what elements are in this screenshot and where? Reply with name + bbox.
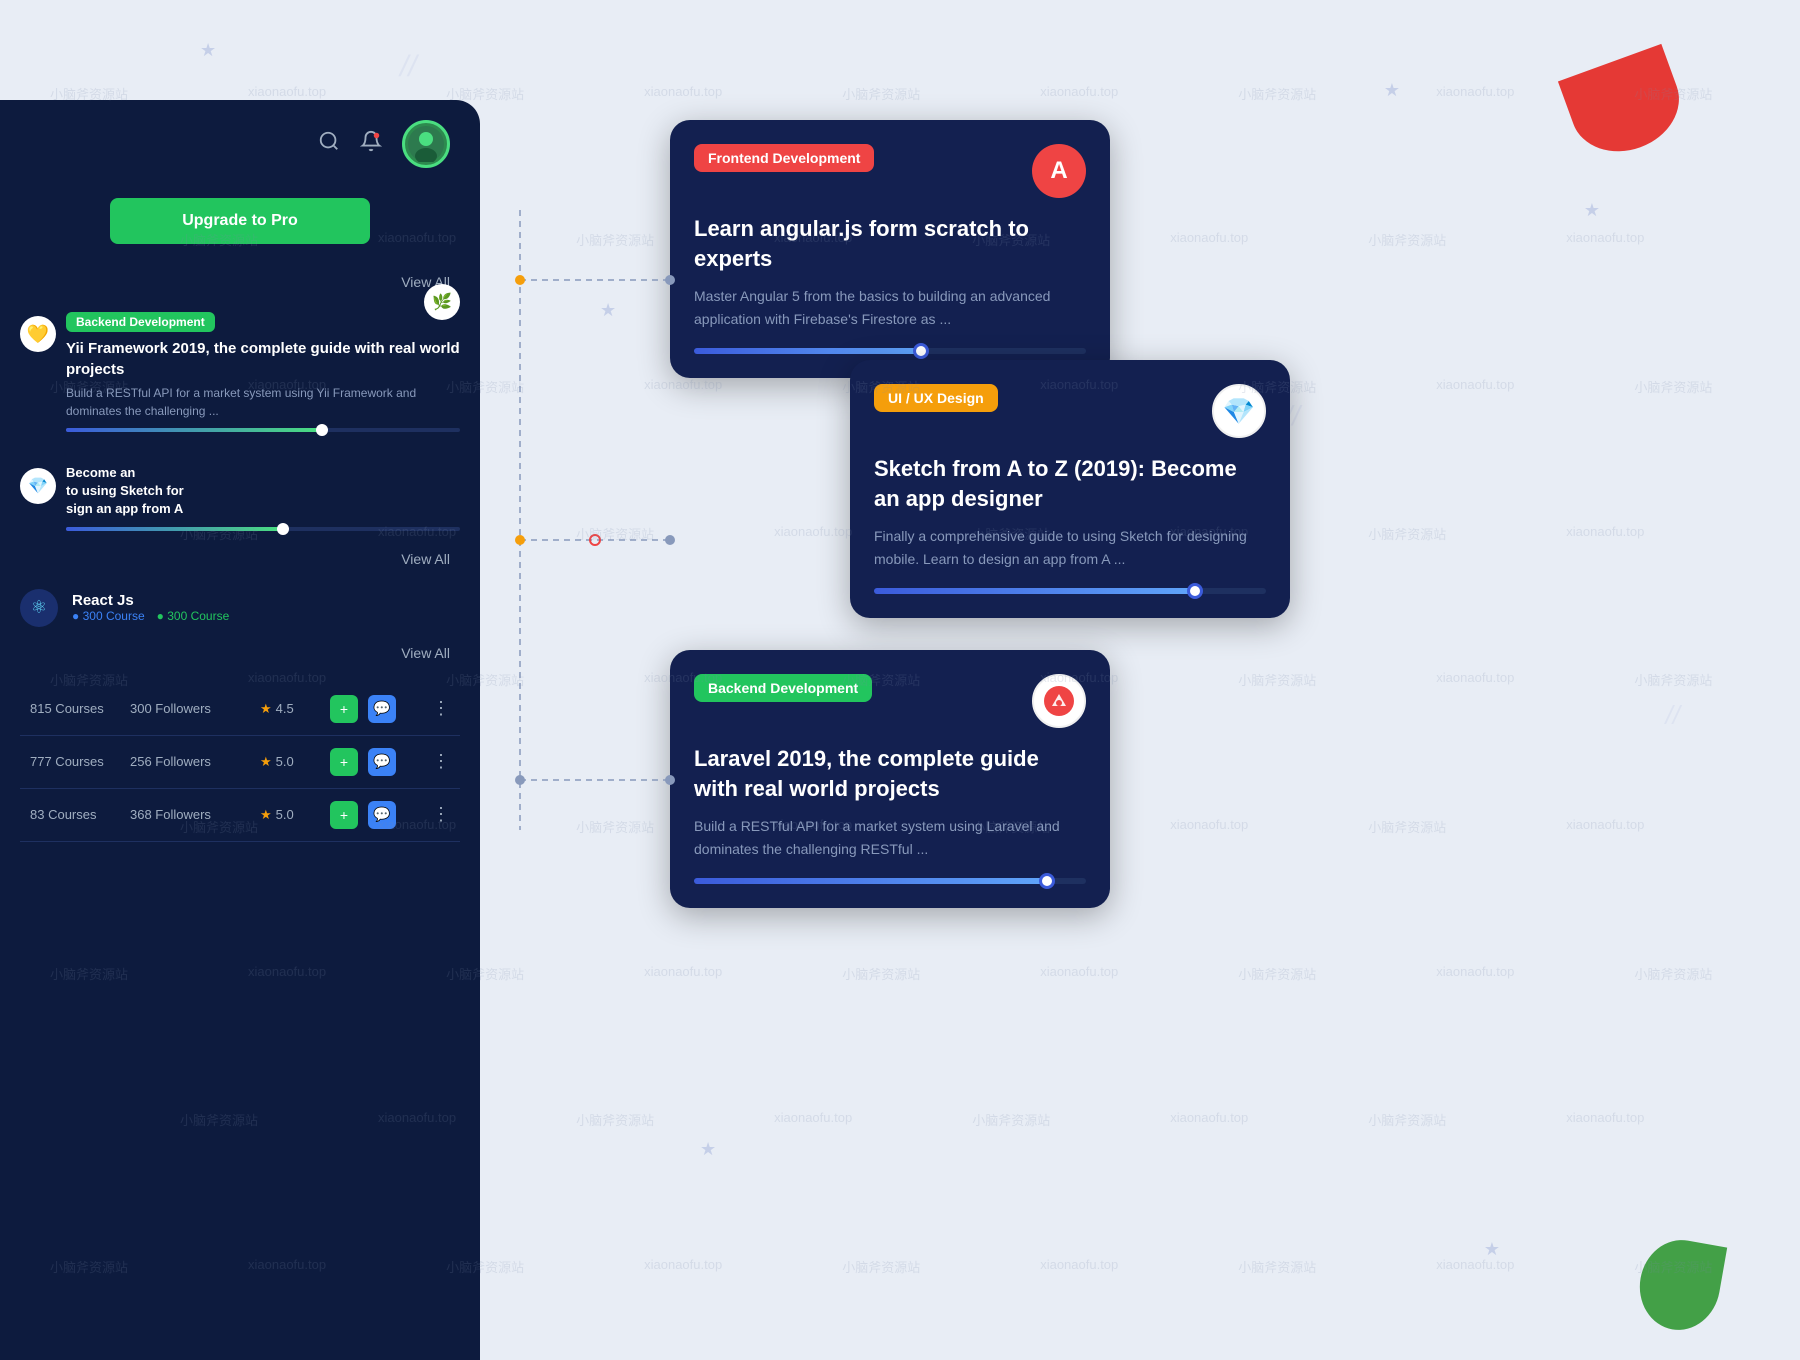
left-panel: Upgrade to Pro View All 💛 Backend Develo… [0, 100, 480, 1360]
react-course-dot: ● 300 Course [72, 609, 145, 623]
add-button-2[interactable]: + [330, 748, 358, 776]
star-icon-2: ★ [260, 754, 272, 770]
card-backend: Backend Development Laravel 2019, the co… [670, 650, 1110, 908]
left-sketch-card: 💎 Become an to using Sketch for sign an … [0, 452, 480, 543]
left-course-desc: Build a RESTful API for a market system … [66, 384, 460, 420]
react-name: React Js [72, 592, 229, 609]
course-icon-right-2: 🌿 [424, 284, 460, 320]
frontend-card-desc: Master Angular 5 from the basics to buil… [694, 285, 1086, 330]
table-row-2: 777 Courses 256 Followers ★ 5.0 + 💬 ⋮ [20, 736, 460, 789]
star-icon-3: ★ [260, 807, 272, 823]
more-dots-2[interactable]: ⋮ [432, 751, 450, 772]
row2-courses: 777 Courses [30, 754, 120, 769]
chat-button-3[interactable]: 💬 [368, 801, 396, 829]
row3-courses: 83 Courses [30, 807, 120, 822]
row3-rating: ★ 5.0 [260, 807, 320, 823]
backend-badge: Backend Development [694, 674, 872, 702]
upgrade-to-pro-button[interactable]: Upgrade to Pro [110, 198, 370, 244]
view-all-2[interactable]: View All [0, 543, 480, 579]
react-follower-dot: ● 300 Course [157, 609, 230, 623]
sketch-icon-circle: 💎 [1212, 384, 1266, 438]
react-icon: ⚛ [20, 589, 58, 627]
sketch-icon-left: 💎 [20, 468, 56, 504]
left-course-card: 💛 Backend Development 🌿 Yii Framework 20… [0, 300, 480, 444]
ux-card-title: Sketch from A to Z (2019): Become an app… [874, 454, 1266, 513]
card-ux: UI / UX Design 💎 Sketch from A to Z (201… [850, 360, 1290, 618]
row1-courses: 815 Courses [30, 701, 120, 716]
frontend-badge: Frontend Development [694, 144, 874, 172]
table-row-1: 815 Courses 300 Followers ★ 4.5 + 💬 ⋮ [20, 683, 460, 736]
more-dots-1[interactable]: ⋮ [432, 698, 450, 719]
panel-header [0, 100, 480, 188]
angular-icon-circle: A [1032, 144, 1086, 198]
card-frontend: Frontend Development A Learn angular.js … [670, 120, 1110, 378]
ux-card-desc: Finally a comprehensive guide to using S… [874, 525, 1266, 570]
add-button-3[interactable]: + [330, 801, 358, 829]
left-course-title: Yii Framework 2019, the complete guide w… [66, 338, 460, 380]
avatar[interactable] [402, 120, 450, 168]
row2-followers: 256 Followers [130, 754, 250, 769]
react-list-item: ⚛ React Js ● 300 Course ● 300 Course [0, 579, 480, 637]
star-icon-1: ★ [260, 701, 272, 717]
chat-button-1[interactable]: 💬 [368, 695, 396, 723]
more-dots-3[interactable]: ⋮ [432, 804, 450, 825]
ux-badge: UI / UX Design [874, 384, 998, 412]
course-icon-left-1: 💛 [20, 316, 56, 352]
row2-rating: ★ 5.0 [260, 754, 320, 770]
view-all-3[interactable]: View All [0, 637, 480, 673]
frontend-card-title: Learn angular.js form scratch to experts [694, 214, 1086, 273]
table-section: 815 Courses 300 Followers ★ 4.5 + 💬 ⋮ 77… [0, 673, 480, 852]
add-button-1[interactable]: + [330, 695, 358, 723]
search-button[interactable] [318, 130, 340, 158]
sketch-title-left: Become an to using Sketch for sign an ap… [66, 464, 460, 519]
row1-followers: 300 Followers [130, 701, 250, 716]
row3-followers: 368 Followers [130, 807, 250, 822]
notification-button[interactable] [360, 130, 382, 158]
backend-card-desc: Build a RESTful API for a market system … [694, 815, 1086, 860]
chat-button-2[interactable]: 💬 [368, 748, 396, 776]
backend-badge-left: Backend Development [66, 312, 215, 332]
backend-card-title: Laravel 2019, the complete guide with re… [694, 744, 1086, 803]
table-row-3: 83 Courses 368 Followers ★ 5.0 + 💬 ⋮ [20, 789, 460, 842]
row1-rating: ★ 4.5 [260, 701, 320, 717]
view-all-1[interactable]: View All [0, 264, 480, 300]
laravel-icon-circle [1032, 674, 1086, 728]
